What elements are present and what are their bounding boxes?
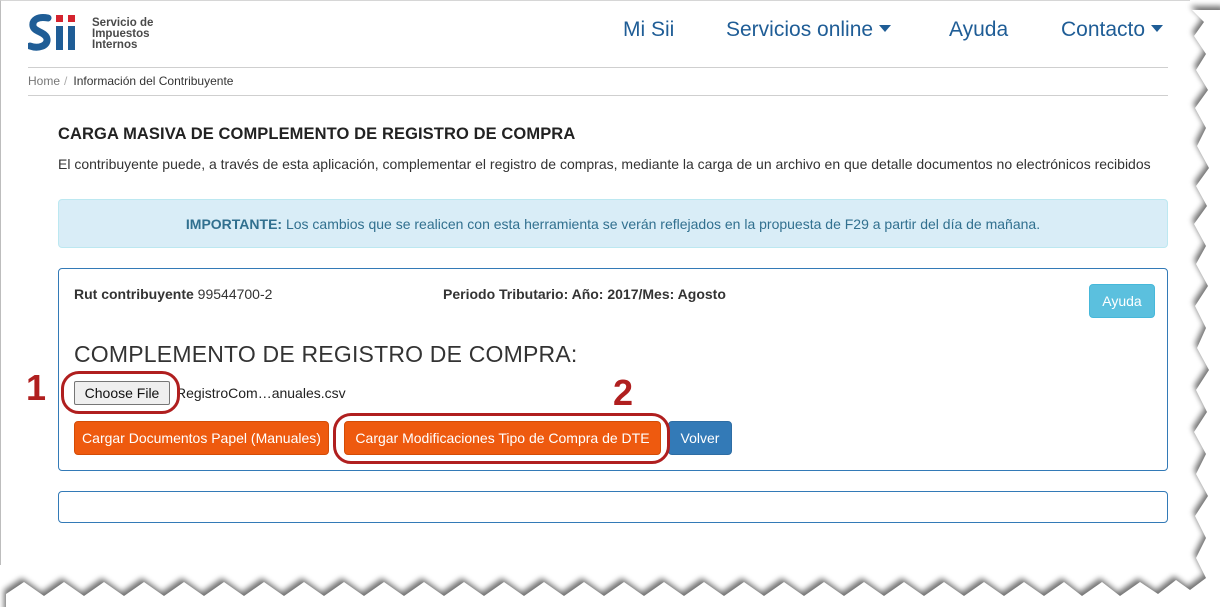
alert-label: IMPORTANTE: [185, 216, 283, 232]
section-title: COMPLEMENTO DE REGISTRO DE COMPRA: [74, 341, 578, 367]
breadcrumb-separator: / [64, 74, 68, 88]
logo-line-3: Internos [92, 39, 138, 51]
cargar-papel-button[interactable]: Cargar Documentos Papel (Manuales) [74, 421, 329, 455]
page-title: CARGA MASIVA DE COMPLEMENTO DE REGISTRO … [58, 125, 576, 143]
annotation-number-1: 1 [26, 367, 47, 408]
nav-mi-sii[interactable]: Mi Sii [623, 18, 674, 42]
help-button[interactable]: Ayuda [1089, 284, 1155, 318]
alert-text: Los cambios que se realicen con esta her… [282, 216, 1041, 232]
selected-file-name: RegistroCom…anuales.csv [176, 385, 346, 401]
volver-button[interactable]: Volver [668, 421, 732, 455]
caret-down-icon [1151, 25, 1164, 32]
header-divider [28, 67, 1168, 68]
breadcrumb-home[interactable]: Home [28, 74, 60, 88]
breadcrumb: Home / Información del Contribuyente [28, 74, 233, 88]
annotation-ring-1 [61, 371, 180, 414]
nav-contacto[interactable]: Contacto [1061, 18, 1164, 42]
rut-value: 99544700-2 [193, 286, 273, 302]
nav-servicios-online[interactable]: Servicios online [726, 18, 892, 42]
annotation-number-2: 2 [613, 372, 634, 413]
nav-ayuda[interactable]: Ayuda [949, 18, 1008, 42]
breadcrumb-current: Información del Contribuyente [73, 74, 234, 88]
caret-down-icon [879, 25, 892, 32]
breadcrumb-divider [28, 95, 1168, 96]
rut-label: Rut contribuyente [74, 286, 194, 302]
logo-text: Servicio de Impuestos Internos [92, 17, 153, 51]
rut-info: Rut contribuyente 99544700-2 [74, 286, 272, 302]
results-panel [58, 491, 1168, 523]
periodo-tributario: Periodo Tributario: Año: 2017/Mes: Agost… [443, 286, 726, 302]
page-description: El contribuyente puede, a través de esta… [58, 156, 1151, 172]
sii-logo-icon [26, 14, 75, 51]
annotation-ring-2 [333, 413, 670, 464]
important-alert: IMPORTANTE: Los cambios que se realicen … [58, 199, 1168, 248]
